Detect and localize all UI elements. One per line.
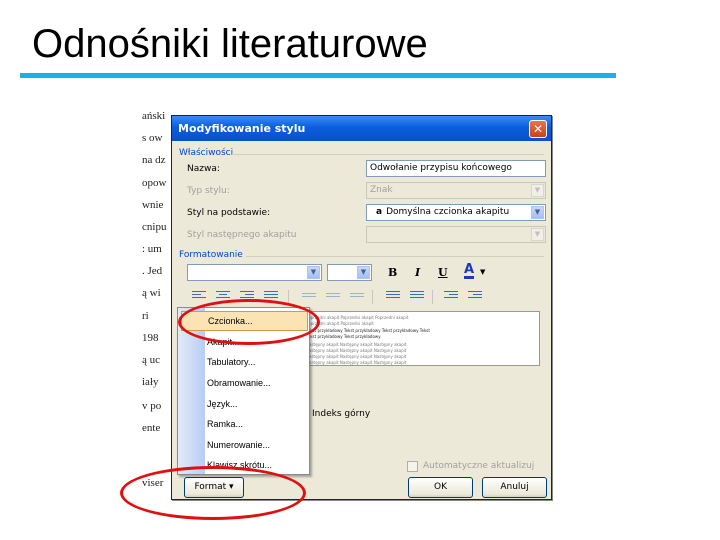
menu-item-numbering[interactable]: Numerowanie... bbox=[181, 435, 308, 455]
doc-line: iały bbox=[142, 376, 159, 388]
next-style-label: Styl następnego akapitu bbox=[187, 230, 297, 240]
dialog-title: Modyfikowanie stylu bbox=[178, 122, 306, 135]
decrease-indent-icon[interactable] bbox=[444, 291, 458, 302]
doc-line: na dz bbox=[142, 154, 166, 166]
preview-line: Tekst przykładowy Tekst przykładowy bbox=[306, 334, 381, 339]
doc-line: ri bbox=[142, 310, 149, 322]
font-size-select[interactable]: ▼ bbox=[327, 264, 372, 281]
auto-update-checkbox[interactable] bbox=[407, 461, 418, 472]
chevron-down-icon[interactable]: ▼ bbox=[480, 268, 485, 276]
preview-line: Następny akapit Następny akapit Następny… bbox=[306, 354, 407, 359]
font-color-button[interactable]: A bbox=[464, 263, 475, 279]
chevron-down-icon: ▼ bbox=[531, 228, 544, 241]
doc-line: : um bbox=[142, 243, 162, 255]
space-after-icon[interactable] bbox=[410, 291, 424, 302]
ok-button[interactable]: OK bbox=[408, 477, 473, 498]
based-on-value: Domyślna czcionka akapitu bbox=[386, 207, 510, 217]
cancel-button[interactable]: Anuluj bbox=[482, 477, 547, 498]
title-underline bbox=[20, 73, 616, 78]
based-on-select[interactable]: a Domyślna czcionka akapitu ▼ bbox=[366, 204, 546, 221]
doc-line: ą wi bbox=[142, 287, 161, 299]
doc-line: cnipu bbox=[142, 221, 167, 233]
menu-item-language[interactable]: Język... bbox=[181, 394, 308, 414]
style-type-label: Typ stylu: bbox=[187, 186, 230, 196]
doc-line: v po bbox=[142, 400, 162, 412]
font-select[interactable]: ▼ bbox=[187, 264, 322, 281]
bold-button[interactable]: B bbox=[388, 266, 397, 279]
increase-indent-icon[interactable] bbox=[468, 291, 482, 302]
style-description: Indeks górny bbox=[312, 409, 371, 419]
name-input[interactable]: Odwołanie przypisu końcowego bbox=[366, 160, 546, 177]
next-style-select[interactable]: ▼ bbox=[366, 226, 546, 243]
dialog-titlebar[interactable]: Modyfikowanie stylu ✕ bbox=[172, 116, 551, 141]
doc-line: ą uc bbox=[142, 354, 161, 366]
doc-line: opow bbox=[142, 177, 167, 189]
style-type-select[interactable]: Znak ▼ bbox=[366, 182, 546, 199]
doc-line: s ow bbox=[142, 132, 163, 144]
doc-line: ański bbox=[142, 110, 166, 122]
divider bbox=[246, 256, 544, 257]
auto-update-label: Automatyczne aktualizuj bbox=[423, 461, 535, 471]
highlight-ellipse-font-item bbox=[178, 299, 320, 345]
style-type-value: Znak bbox=[370, 185, 393, 195]
close-button[interactable]: ✕ bbox=[529, 120, 547, 138]
space-before-icon[interactable] bbox=[386, 291, 400, 302]
chevron-down-icon: ▼ bbox=[531, 206, 544, 219]
based-on-label: Styl na podstawie: bbox=[187, 208, 271, 218]
double-spacing-icon[interactable] bbox=[350, 293, 364, 304]
divider bbox=[232, 154, 544, 155]
formatting-group-label: Formatowanie bbox=[179, 250, 243, 260]
doc-line: wnie bbox=[142, 199, 164, 211]
chevron-down-icon: ▼ bbox=[357, 266, 370, 279]
align-left-icon[interactable] bbox=[192, 291, 206, 302]
name-label: Nazwa: bbox=[187, 164, 220, 174]
preview-line: Poprzedni akapit Poprzedni akapit Poprze… bbox=[306, 315, 409, 320]
underline-button[interactable]: U bbox=[438, 266, 448, 279]
doc-line: ente bbox=[142, 422, 161, 434]
chevron-down-icon: ▼ bbox=[531, 184, 544, 197]
preview-line: Tekst przykładowy Tekst przykładowy Teks… bbox=[306, 328, 430, 333]
toolbar-separator bbox=[372, 290, 373, 304]
italic-button[interactable]: I bbox=[415, 266, 420, 279]
menu-item-frame[interactable]: Ramka... bbox=[181, 414, 308, 434]
properties-group-label: Właściwości bbox=[179, 148, 234, 158]
preview-line: Następny akapit Następny akapit Następny… bbox=[306, 348, 407, 353]
character-style-icon: a bbox=[376, 207, 383, 217]
doc-line: . Jed bbox=[142, 265, 163, 277]
preview-line: Następny akapit Następny akapit Następny… bbox=[306, 342, 407, 347]
menu-item-tabs[interactable]: Tabulatory... bbox=[181, 352, 308, 372]
slide-title: Odnośniki literaturowe bbox=[32, 22, 428, 66]
chevron-down-icon: ▼ bbox=[307, 266, 320, 279]
single-spacing-icon[interactable] bbox=[302, 293, 316, 304]
toolbar-separator bbox=[432, 290, 433, 304]
menu-item-border[interactable]: Obramowanie... bbox=[181, 373, 308, 393]
highlight-ellipse-format-button bbox=[120, 466, 306, 520]
doc-line: 198 bbox=[142, 332, 159, 344]
one-half-spacing-icon[interactable] bbox=[326, 293, 340, 304]
preview-line: Następny akapit Następny akapit Następny… bbox=[306, 360, 407, 365]
